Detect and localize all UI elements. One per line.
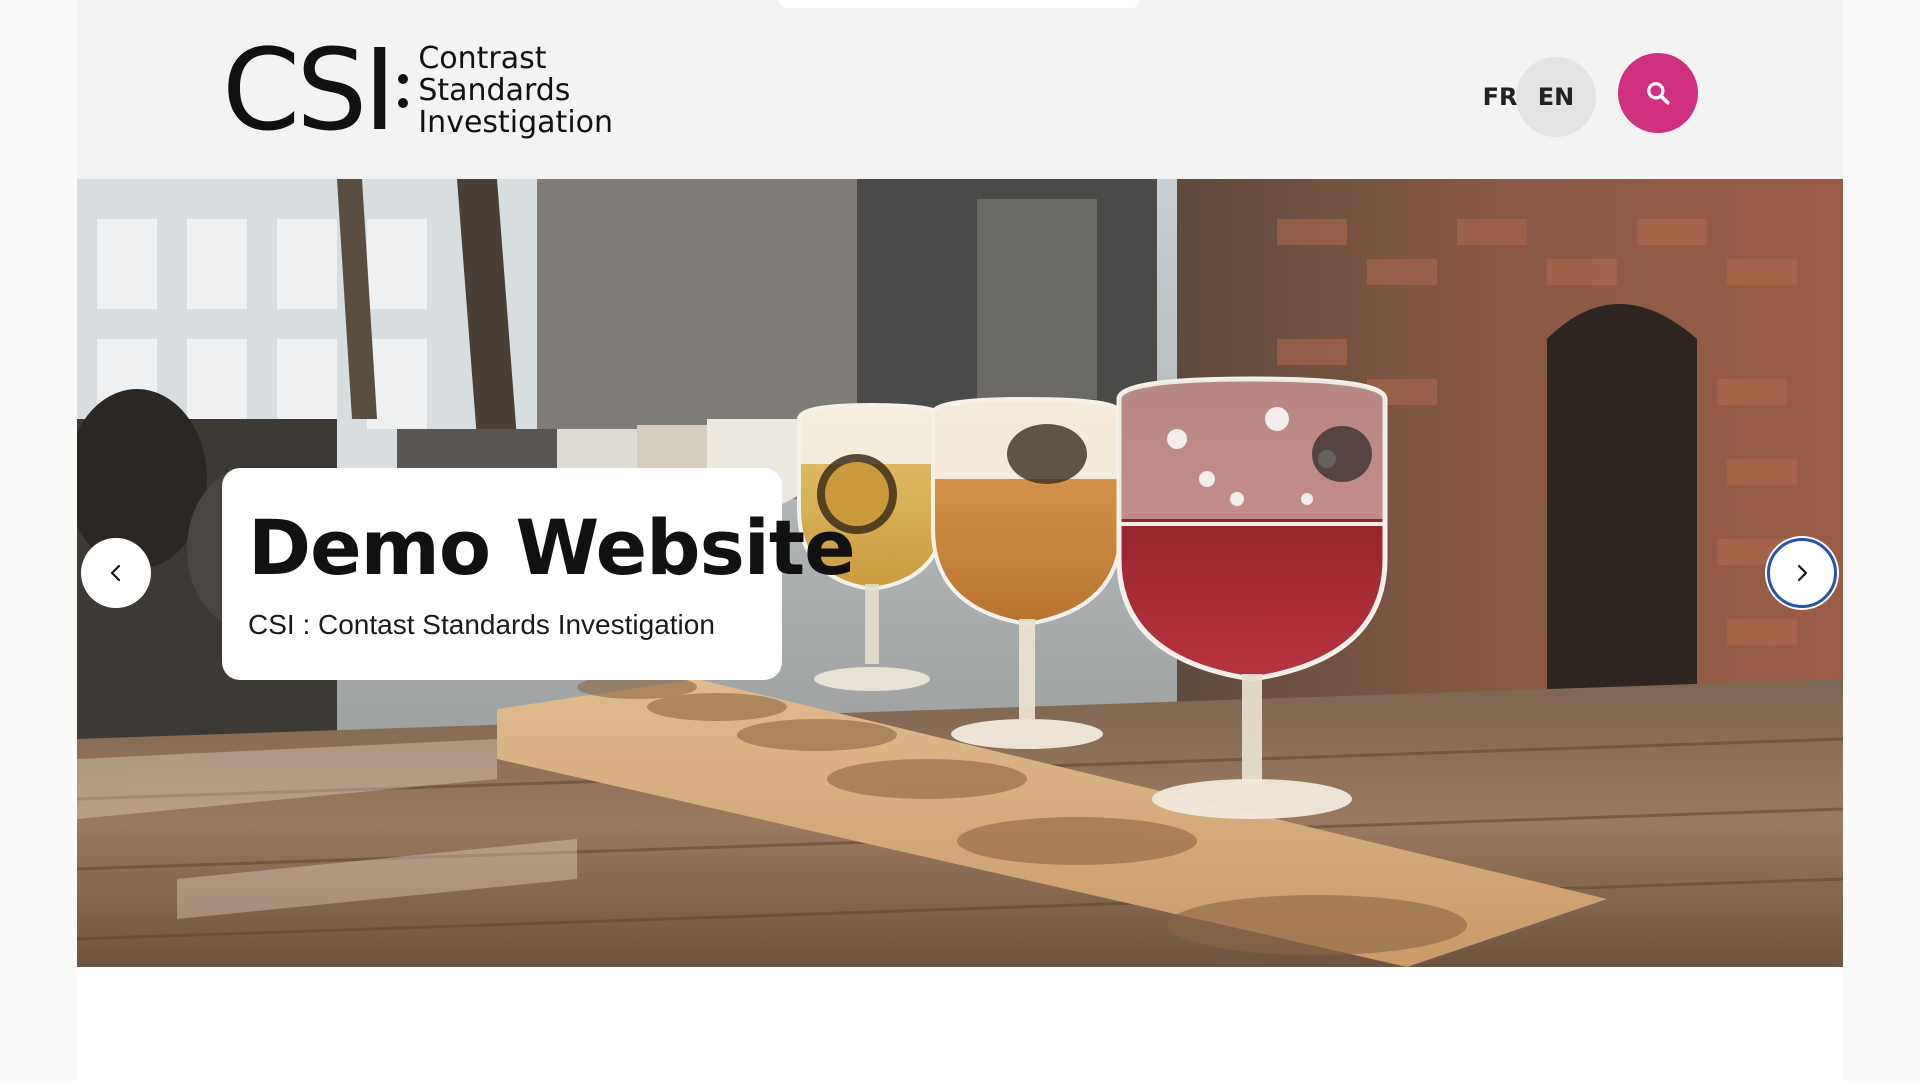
language-en-button[interactable]: EN	[1516, 57, 1596, 137]
site-header: CSI Contrast Standards Investigation FR …	[77, 0, 1843, 179]
hero-carousel: Demo Website CSI : Contast Standards Inv…	[77, 179, 1843, 967]
site-logo[interactable]: CSI Contrast Standards Investigation	[222, 26, 613, 156]
hero-subtitle: CSI : Contast Standards Investigation	[248, 609, 715, 640]
logo-line-investigation: Investigation	[418, 105, 614, 140]
chevron-left-icon	[110, 564, 121, 582]
top-tab	[779, 0, 1139, 8]
hero-title: Demo Website	[248, 503, 856, 592]
search-button[interactable]	[1618, 53, 1698, 133]
logo-text: Contrast Standards Investigation	[418, 43, 613, 139]
page: CSI Contrast Standards Investigation FR …	[77, 0, 1843, 1081]
carousel-next-button[interactable]	[1767, 538, 1837, 608]
chevron-right-icon	[1797, 564, 1808, 582]
search-icon	[1647, 82, 1670, 105]
logo-colon	[398, 46, 409, 136]
hero-caption: Demo Website CSI : Contast Standards Inv…	[222, 468, 856, 680]
carousel-prev-button[interactable]	[81, 538, 151, 608]
logo-mark: CSI	[222, 26, 396, 156]
logo-line-standards: Standards	[418, 73, 571, 108]
logo-line-contrast: Contrast	[418, 41, 547, 76]
